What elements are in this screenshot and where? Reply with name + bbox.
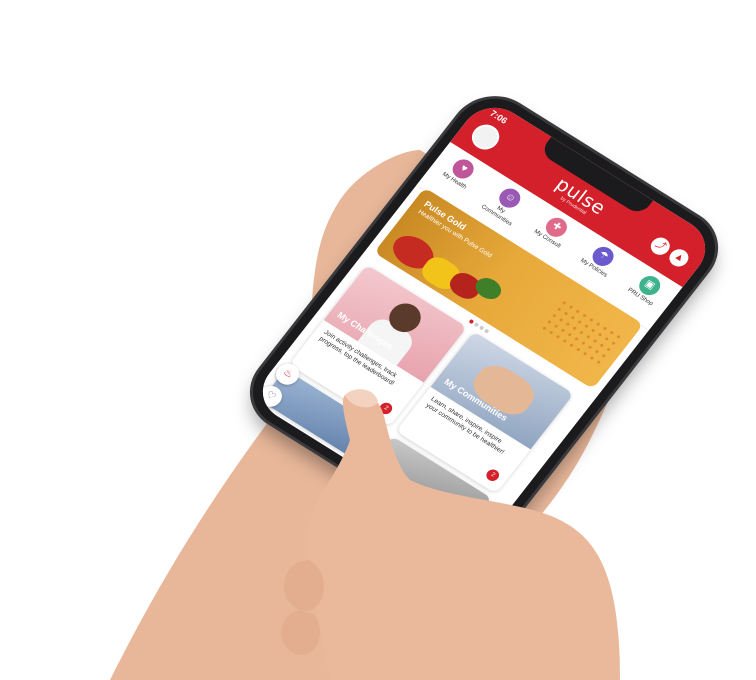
pointing-hand bbox=[281, 389, 620, 680]
photo-scene: 7:06 pulse by Prudential ⤴ ▲ ♥ My Health… bbox=[0, 0, 756, 680]
